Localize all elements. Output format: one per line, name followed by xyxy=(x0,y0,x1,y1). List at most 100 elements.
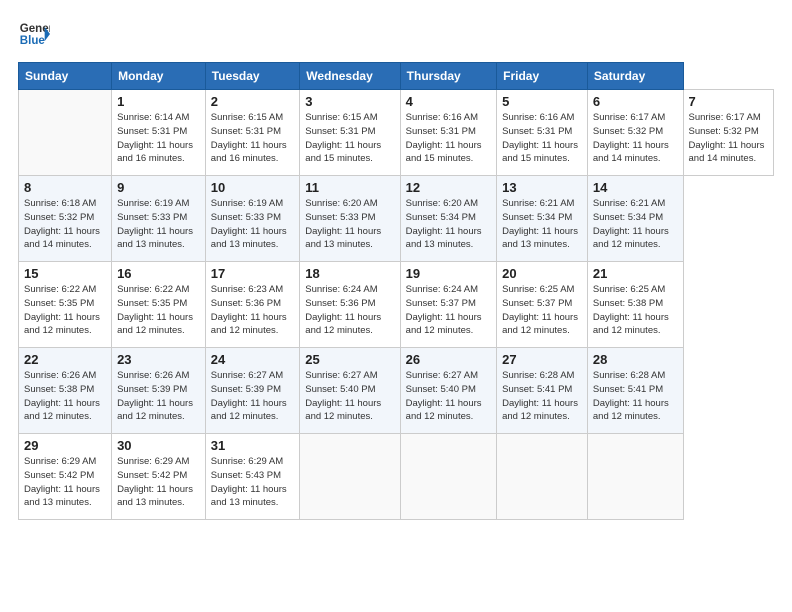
day-number: 6 xyxy=(593,94,678,109)
day-number: 23 xyxy=(117,352,200,367)
logo-icon: General Blue xyxy=(18,18,50,50)
calendar-cell: 29 Sunrise: 6:29 AMSunset: 5:42 PMDayligh… xyxy=(19,434,112,520)
day-number: 10 xyxy=(211,180,294,195)
day-number: 30 xyxy=(117,438,200,453)
day-info: Sunrise: 6:21 AMSunset: 5:34 PMDaylight:… xyxy=(593,197,678,252)
calendar-cell: 15 Sunrise: 6:22 AMSunset: 5:35 PMDayligh… xyxy=(19,262,112,348)
day-info: Sunrise: 6:22 AMSunset: 5:35 PMDaylight:… xyxy=(24,283,106,338)
day-info: Sunrise: 6:19 AMSunset: 5:33 PMDaylight:… xyxy=(211,197,294,252)
day-number: 26 xyxy=(406,352,491,367)
calendar-cell: 27 Sunrise: 6:28 AMSunset: 5:41 PMDayligh… xyxy=(497,348,588,434)
calendar-cell: 30Sunrise: 6:29 AMSunset: 5:42 PMDayligh… xyxy=(112,434,206,520)
calendar-cell: 19 Sunrise: 6:24 AMSunset: 5:37 PMDayligh… xyxy=(400,262,496,348)
page: General Blue SundayMondayTuesdayWednesda… xyxy=(0,0,792,530)
calendar-cell: 17 Sunrise: 6:23 AMSunset: 5:36 PMDayligh… xyxy=(205,262,299,348)
logo: General Blue xyxy=(18,18,50,50)
day-info: Sunrise: 6:16 AMSunset: 5:31 PMDaylight:… xyxy=(502,111,582,166)
calendar-cell: 26 Sunrise: 6:27 AMSunset: 5:40 PMDayligh… xyxy=(400,348,496,434)
day-number: 27 xyxy=(502,352,582,367)
day-info: Sunrise: 6:21 AMSunset: 5:34 PMDaylight:… xyxy=(502,197,582,252)
day-info: Sunrise: 6:17 AMSunset: 5:32 PMDaylight:… xyxy=(593,111,678,166)
week-row-5: 29 Sunrise: 6:29 AMSunset: 5:42 PMDayligh… xyxy=(19,434,774,520)
day-number: 29 xyxy=(24,438,106,453)
day-number: 20 xyxy=(502,266,582,281)
day-number: 1 xyxy=(117,94,200,109)
day-info: Sunrise: 6:19 AMSunset: 5:33 PMDaylight:… xyxy=(117,197,200,252)
day-info: Sunrise: 6:26 AMSunset: 5:38 PMDaylight:… xyxy=(24,369,106,424)
day-number: 21 xyxy=(593,266,678,281)
week-row-1: 1 Sunrise: 6:14 AMSunset: 5:31 PMDaylight… xyxy=(19,90,774,176)
day-info: Sunrise: 6:20 AMSunset: 5:33 PMDaylight:… xyxy=(305,197,394,252)
calendar-cell: 12 Sunrise: 6:20 AMSunset: 5:34 PMDayligh… xyxy=(400,176,496,262)
day-info: Sunrise: 6:17 AMSunset: 5:32 PMDaylight:… xyxy=(689,111,769,166)
day-info: Sunrise: 6:14 AMSunset: 5:31 PMDaylight:… xyxy=(117,111,200,166)
calendar-cell: 4 Sunrise: 6:16 AMSunset: 5:31 PMDaylight… xyxy=(400,90,496,176)
day-number: 8 xyxy=(24,180,106,195)
calendar-cell: 13Sunrise: 6:21 AMSunset: 5:34 PMDayligh… xyxy=(497,176,588,262)
weekday-monday: Monday xyxy=(112,63,206,90)
day-info: Sunrise: 6:15 AMSunset: 5:31 PMDaylight:… xyxy=(211,111,294,166)
week-row-4: 22Sunrise: 6:26 AMSunset: 5:38 PMDayligh… xyxy=(19,348,774,434)
day-info: Sunrise: 6:24 AMSunset: 5:36 PMDaylight:… xyxy=(305,283,394,338)
calendar-cell: 6 Sunrise: 6:17 AMSunset: 5:32 PMDaylight… xyxy=(587,90,683,176)
weekday-friday: Friday xyxy=(497,63,588,90)
calendar-cell: 28 Sunrise: 6:28 AMSunset: 5:41 PMDayligh… xyxy=(587,348,683,434)
weekday-thursday: Thursday xyxy=(400,63,496,90)
day-number: 19 xyxy=(406,266,491,281)
calendar-cell: 23 Sunrise: 6:26 AMSunset: 5:39 PMDayligh… xyxy=(112,348,206,434)
day-info: Sunrise: 6:27 AMSunset: 5:39 PMDaylight:… xyxy=(211,369,294,424)
week-row-2: 8Sunrise: 6:18 AMSunset: 5:32 PMDaylight… xyxy=(19,176,774,262)
day-number: 14 xyxy=(593,180,678,195)
day-number: 16 xyxy=(117,266,200,281)
day-number: 9 xyxy=(117,180,200,195)
calendar-cell: 7Sunrise: 6:17 AMSunset: 5:32 PMDaylight… xyxy=(683,90,774,176)
calendar-cell: 8Sunrise: 6:18 AMSunset: 5:32 PMDaylight… xyxy=(19,176,112,262)
calendar-cell: 2 Sunrise: 6:15 AMSunset: 5:31 PMDaylight… xyxy=(205,90,299,176)
day-info: Sunrise: 6:27 AMSunset: 5:40 PMDaylight:… xyxy=(406,369,491,424)
day-number: 25 xyxy=(305,352,394,367)
weekday-wednesday: Wednesday xyxy=(300,63,400,90)
day-number: 28 xyxy=(593,352,678,367)
calendar-cell: 9 Sunrise: 6:19 AMSunset: 5:33 PMDaylight… xyxy=(112,176,206,262)
day-info: Sunrise: 6:25 AMSunset: 5:38 PMDaylight:… xyxy=(593,283,678,338)
day-info: Sunrise: 6:24 AMSunset: 5:37 PMDaylight:… xyxy=(406,283,491,338)
day-number: 4 xyxy=(406,94,491,109)
day-info: Sunrise: 6:16 AMSunset: 5:31 PMDaylight:… xyxy=(406,111,491,166)
calendar-cell: 22Sunrise: 6:26 AMSunset: 5:38 PMDayligh… xyxy=(19,348,112,434)
calendar-cell xyxy=(587,434,683,520)
calendar-cell: 24 Sunrise: 6:27 AMSunset: 5:39 PMDayligh… xyxy=(205,348,299,434)
weekday-header: SundayMondayTuesdayWednesdayThursdayFrid… xyxy=(19,63,774,90)
day-number: 5 xyxy=(502,94,582,109)
weekday-sunday: Sunday xyxy=(19,63,112,90)
day-number: 31 xyxy=(211,438,294,453)
calendar-cell xyxy=(19,90,112,176)
header: General Blue xyxy=(18,18,774,50)
day-info: Sunrise: 6:22 AMSunset: 5:35 PMDaylight:… xyxy=(117,283,200,338)
day-info: Sunrise: 6:29 AMSunset: 5:43 PMDaylight:… xyxy=(211,455,294,510)
calendar-cell: 16 Sunrise: 6:22 AMSunset: 5:35 PMDayligh… xyxy=(112,262,206,348)
day-number: 15 xyxy=(24,266,106,281)
day-info: Sunrise: 6:28 AMSunset: 5:41 PMDaylight:… xyxy=(502,369,582,424)
calendar-cell: 5 Sunrise: 6:16 AMSunset: 5:31 PMDaylight… xyxy=(497,90,588,176)
day-info: Sunrise: 6:23 AMSunset: 5:36 PMDaylight:… xyxy=(211,283,294,338)
day-number: 3 xyxy=(305,94,394,109)
day-info: Sunrise: 6:26 AMSunset: 5:39 PMDaylight:… xyxy=(117,369,200,424)
day-info: Sunrise: 6:15 AMSunset: 5:31 PMDaylight:… xyxy=(305,111,394,166)
day-info: Sunrise: 6:20 AMSunset: 5:34 PMDaylight:… xyxy=(406,197,491,252)
calendar-cell: 18 Sunrise: 6:24 AMSunset: 5:36 PMDayligh… xyxy=(300,262,400,348)
day-number: 24 xyxy=(211,352,294,367)
day-number: 12 xyxy=(406,180,491,195)
calendar-cell: 25Sunrise: 6:27 AMSunset: 5:40 PMDayligh… xyxy=(300,348,400,434)
day-number: 2 xyxy=(211,94,294,109)
day-info: Sunrise: 6:29 AMSunset: 5:42 PMDaylight:… xyxy=(24,455,106,510)
day-number: 18 xyxy=(305,266,394,281)
calendar-cell: 11 Sunrise: 6:20 AMSunset: 5:33 PMDayligh… xyxy=(300,176,400,262)
calendar-cell: 1 Sunrise: 6:14 AMSunset: 5:31 PMDaylight… xyxy=(112,90,206,176)
day-number: 11 xyxy=(305,180,394,195)
calendar-cell: 31 Sunrise: 6:29 AMSunset: 5:43 PMDayligh… xyxy=(205,434,299,520)
calendar-body: 1 Sunrise: 6:14 AMSunset: 5:31 PMDaylight… xyxy=(19,90,774,520)
day-info: Sunrise: 6:28 AMSunset: 5:41 PMDaylight:… xyxy=(593,369,678,424)
day-info: Sunrise: 6:25 AMSunset: 5:37 PMDaylight:… xyxy=(502,283,582,338)
weekday-saturday: Saturday xyxy=(587,63,683,90)
day-number: 17 xyxy=(211,266,294,281)
